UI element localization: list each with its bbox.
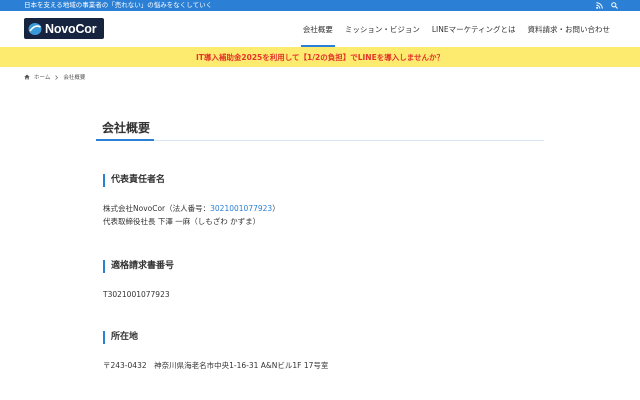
invoice-number-value: T3021001077923 — [103, 290, 170, 299]
section-representative: 代表責任者名 株式会社NovoCor（法人番号：3021001077923） 代… — [103, 174, 280, 228]
page-title-text: 会社概要 — [102, 121, 151, 135]
section-heading: 適格請求書番号 — [103, 260, 174, 273]
page-title: 会社概要 — [96, 115, 544, 141]
nav-item-company[interactable]: 会社概要 — [297, 11, 339, 47]
nav-item-mission-vision[interactable]: ミッション・ビジョン — [339, 11, 426, 47]
breadcrumb: ホーム 会社概要 — [24, 72, 85, 82]
top-info-bar: 日本を支える地域の事業者の「売れない」の悩みをなくしていく — [0, 0, 640, 11]
section-invoice-number: 適格請求書番号 T3021001077923 — [103, 260, 174, 301]
breadcrumb-home[interactable]: ホーム — [34, 73, 50, 81]
section-address: 所在地 〒243-0432 神奈川県海老名市中央1-16-31 A&Nビル1F … — [103, 331, 328, 372]
promo-banner-text[interactable]: IT導入補助金2025を利用して【1/2の負担】でLINEを導入しませんか？ — [196, 52, 444, 63]
logo-text: NovoCor — [45, 21, 97, 36]
topbar-icons — [596, 0, 618, 11]
section-heading: 所在地 — [103, 331, 328, 344]
main-nav: 会社概要 ミッション・ビジョン LINEマーケティングとは 資料請求・お問い合わ… — [297, 11, 616, 47]
rss-icon[interactable] — [596, 2, 603, 9]
company-name-text: 株式会社NovoCor（法人番号： — [103, 204, 211, 213]
corporate-number-link[interactable]: 3021001077923 — [210, 204, 272, 213]
site-logo[interactable]: NovoCor — [24, 18, 104, 39]
nav-item-line-marketing[interactable]: LINEマーケティングとは — [426, 11, 522, 47]
search-icon[interactable] — [611, 2, 618, 9]
site-tagline: 日本を支える地域の事業者の「売れない」の悩みをなくしていく — [24, 1, 213, 9]
company-legal-line: 株式会社NovoCor（法人番号：3021001077923） — [103, 202, 280, 215]
section-heading: 代表責任者名 — [103, 174, 280, 187]
site-header: NovoCor 会社概要 ミッション・ビジョン LINEマーケティングとは 資料… — [0, 11, 640, 47]
chevron-right-icon — [55, 74, 59, 80]
logo-mark-icon — [28, 22, 42, 35]
representative-name: 代表取締役社長 下澤 一麻（しもざわ かずま） — [103, 217, 261, 226]
title-underline — [96, 140, 544, 141]
main-content: 会社概要 代表責任者名 株式会社NovoCor（法人番号：30210010779… — [96, 115, 544, 370]
breadcrumb-current: 会社概要 — [63, 75, 86, 81]
promo-banner[interactable]: IT導入補助金2025を利用して【1/2の負担】でLINEを導入しませんか？ — [0, 47, 640, 67]
nav-item-contact[interactable]: 資料請求・お問い合わせ — [522, 11, 617, 47]
address-value: 〒243-0432 神奈川県海老名市中央1-16-31 A&Nビル1F 17号室 — [103, 361, 329, 370]
home-icon — [24, 74, 30, 80]
title-underline-accent — [96, 139, 154, 141]
closing-paren-text: ） — [272, 204, 280, 213]
